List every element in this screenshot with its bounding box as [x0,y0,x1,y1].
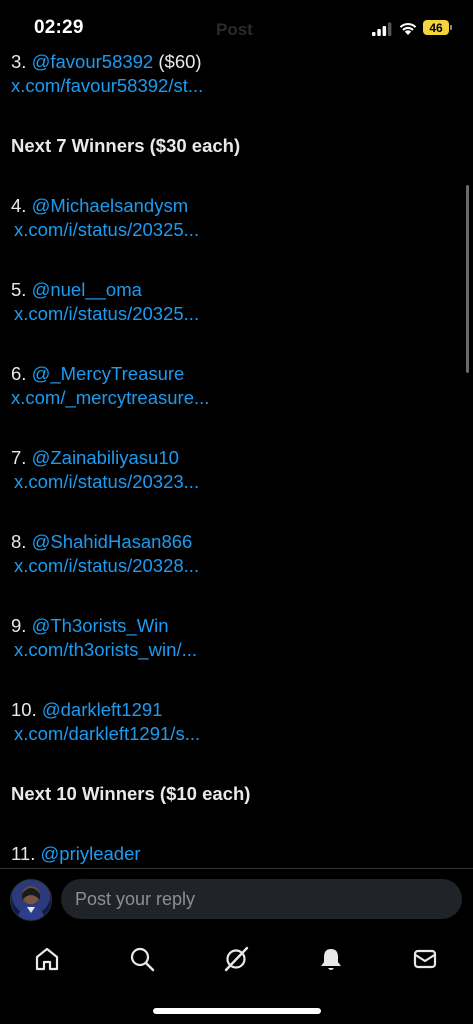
winner-number: 7. [11,447,27,468]
winner-link[interactable]: x.com/i/status/20325... [14,219,199,240]
avatar[interactable] [10,879,52,921]
winner-link[interactable]: x.com/i/status/20328... [14,555,199,576]
status-bar: 02:29 Post 46 [0,0,473,56]
battery-icon: 46 [423,20,449,35]
winner-link[interactable]: x.com/favour58392/st... [11,75,203,96]
cellular-signal-icon [372,22,392,36]
wifi-icon [399,22,417,35]
winner-number: 6. [11,363,27,384]
tab-search[interactable] [126,943,158,975]
winner-amount: ($60) [158,51,202,72]
notifications-icon [321,949,341,970]
winner-link[interactable]: x.com/i/status/20323... [14,471,199,492]
heading-next-10: Next 10 Winners ($10 each) [11,783,251,804]
winner-line: 9. @Th3orists_Win [11,614,453,638]
winner-line: 11. @priyleader [11,842,453,866]
winner-link[interactable]: x.com/i/status/20325... [14,303,199,324]
winner-link-line: x.com/i/status/20323... [11,470,453,494]
tab-messages[interactable] [409,943,441,975]
reply-bar [0,869,473,931]
winner-link-line: x.com/th3orists_win/... [11,638,453,662]
winner-line: 8. @ShahidHasan866 [11,530,453,554]
winner-line: 4. @Michaelsandysm [11,194,453,218]
winner-3-link-line: x.com/favour58392/st... [11,74,453,98]
winner-link[interactable]: x.com/th3orists_win/... [14,639,197,660]
winner-link-line: x.com/_mercytreasure... [11,386,453,410]
winner-handle[interactable]: @priyleader [41,843,141,864]
winner-link[interactable]: x.com/darkleft1291/s... [14,723,200,744]
scrollbar[interactable] [466,185,469,373]
winner-handle[interactable]: @ShahidHasan866 [32,531,193,552]
winner-handle[interactable]: @darkleft1291 [42,699,163,720]
winner-handle[interactable]: @_MercyTreasure [32,363,185,384]
winner-link-line: x.com/i/status/20325... [11,302,453,326]
winner-handle[interactable]: @nuel__oma [32,279,142,300]
winner-line: 10. @darkleft1291 [11,698,453,722]
tab-grok[interactable] [220,943,252,975]
battery-level: 46 [429,20,443,35]
winner-number: 3. [11,51,27,72]
avatar-image [17,888,45,920]
grok-icon [224,946,249,972]
heading-next-7: Next 7 Winners ($30 each) [11,135,241,156]
tab-home[interactable] [31,943,63,975]
reply-input[interactable] [61,879,462,919]
winner-number: 11. [11,843,36,864]
winner-handle[interactable]: @favour58392 [32,51,154,72]
winner-handle[interactable]: @Michaelsandysm [32,195,189,216]
winner-number: 5. [11,279,27,300]
winner-number: 4. [11,195,27,216]
winner-link-line: x.com/darkleft1291/s... [11,722,453,746]
bottom-nav [0,931,473,991]
winner-line: 7. @Zainabiliyasu10 [11,446,453,470]
winner-handle[interactable]: @Th3orists_Win [32,615,169,636]
battery-tip [450,25,452,30]
search-icon [130,947,155,972]
home-indicator[interactable] [153,1008,321,1014]
winner-number: 9. [11,615,27,636]
winner-line: 5. @nuel__oma [11,278,453,302]
home-icon [35,947,59,971]
winner-line: 6. @_MercyTreasure [11,362,453,386]
winner-link-line: x.com/i/status/20328... [11,554,453,578]
winner-3-line: 3. @favour58392 ($60) [11,50,453,74]
winner-link-line: x.com/i/status/20325... [11,218,453,242]
winner-number: 8. [11,531,27,552]
messages-icon [413,949,437,969]
status-time: 02:29 [34,17,84,38]
winner-number: 10. [11,699,37,720]
post-body: 3. @favour58392 ($60) x.com/favour58392/… [11,50,453,866]
header-title: Post [216,20,253,39]
winner-link[interactable]: x.com/_mercytreasure... [11,387,209,408]
winner-handle[interactable]: @Zainabiliyasu10 [32,447,179,468]
tab-notifications[interactable] [315,943,347,975]
